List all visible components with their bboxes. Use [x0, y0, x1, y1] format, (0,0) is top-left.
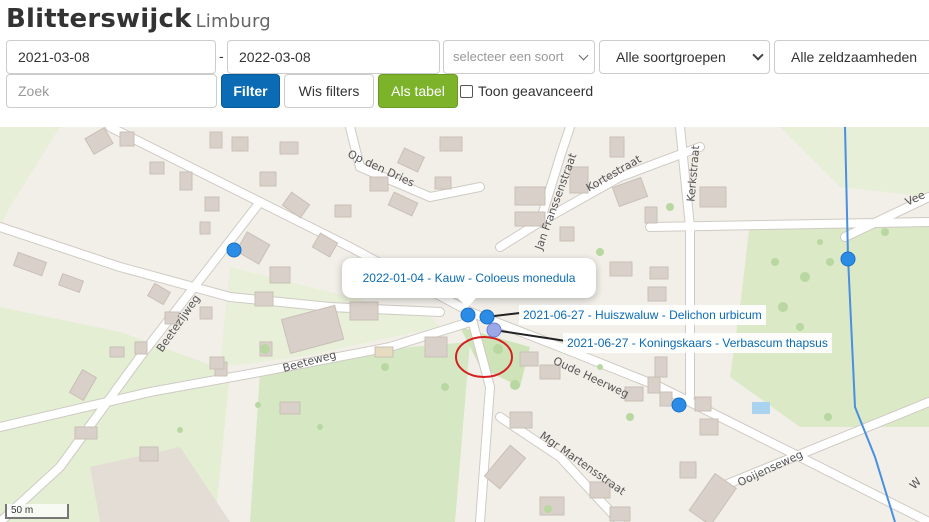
- filter-button[interactable]: Filter: [221, 74, 280, 108]
- observation-marker[interactable]: [460, 307, 476, 323]
- map-view[interactable]: Op den Dries Jan Franssenstraat Kortestr…: [0, 127, 929, 522]
- observation-marker[interactable]: [840, 251, 856, 267]
- chevron-down-icon: [578, 50, 589, 61]
- header: Blitterswijck Limburg 2021-03-08 - 2022-0…: [0, 0, 929, 127]
- advanced-checkbox[interactable]: [460, 84, 473, 98]
- date-to-input[interactable]: 2022-03-08: [227, 40, 440, 74]
- chevron-down-icon: [752, 49, 764, 61]
- clear-filters-button[interactable]: Wis filters: [284, 74, 374, 108]
- advanced-label: Toon geavanceerd: [478, 83, 594, 99]
- species-group-select[interactable]: Alle soortgroepen: [599, 40, 770, 74]
- species-group-value: Alle soortgroepen: [616, 49, 726, 65]
- species-select[interactable]: selecteer een soort: [443, 40, 595, 74]
- observation-marker[interactable]: [486, 322, 502, 338]
- search-input[interactable]: Zoek: [6, 74, 217, 108]
- observation-marker[interactable]: [226, 242, 242, 258]
- species-select-placeholder: selecteer een soort: [453, 49, 564, 64]
- scale-bar: 50 m: [5, 504, 69, 519]
- page-title: Blitterswijck Limburg: [6, 4, 271, 34]
- observation-popup[interactable]: 2022-01-04 - Kauw - Coloeus monedula: [342, 258, 596, 298]
- popup-tip: [458, 298, 476, 308]
- rarity-select[interactable]: Alle zeldzaamheden: [774, 40, 929, 74]
- observation-marker[interactable]: [671, 397, 687, 413]
- advanced-toggle[interactable]: Toon geavanceerd: [460, 83, 593, 99]
- place-name: Blitterswijck: [6, 4, 192, 34]
- observation-marker[interactable]: [479, 309, 495, 325]
- observation-label[interactable]: 2021-06-27 - Huiszwaluw - Delichon urbic…: [519, 305, 766, 325]
- observation-label[interactable]: 2021-06-27 - Koningskaars - Verbascum th…: [563, 333, 832, 353]
- date-separator: -: [219, 48, 224, 64]
- pond: [752, 402, 770, 414]
- province-name: Limburg: [195, 11, 271, 32]
- date-from-input[interactable]: 2021-03-08: [6, 40, 216, 74]
- green-area: [780, 127, 929, 197]
- table-view-button[interactable]: Als tabel: [378, 74, 458, 108]
- rarity-value: Alle zeldzaamheden: [791, 49, 918, 65]
- green-area: [0, 127, 60, 227]
